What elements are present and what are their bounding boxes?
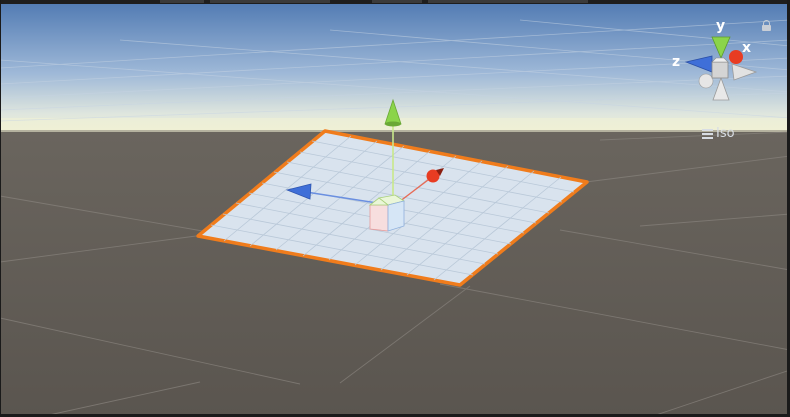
scene-canvas[interactable]: y x z (0, 0, 790, 417)
y-axis-handle-base (385, 121, 401, 127)
gizmo-y-label: y (716, 18, 725, 34)
gizmo-z-label: z (672, 54, 680, 70)
toolbar-segment (428, 0, 588, 3)
top-toolbar-edge (0, 0, 790, 4)
hamburger-icon (702, 128, 713, 139)
gizmo-neg-z-handle[interactable] (698, 73, 714, 89)
scene-view[interactable]: y x z Iso (0, 0, 790, 417)
toolbar-segment (210, 0, 330, 3)
lock-icon[interactable] (762, 20, 771, 31)
gizmo-center-cube[interactable] (711, 61, 729, 79)
gizmo-x-label: x (742, 40, 751, 56)
gizmo-x-handle[interactable] (729, 50, 743, 64)
toolbar-segment (160, 0, 204, 3)
toolbar-segment (372, 0, 422, 3)
viewport-border-left (0, 0, 1, 417)
projection-toggle[interactable]: Iso (702, 126, 735, 141)
projection-label: Iso (716, 126, 735, 141)
